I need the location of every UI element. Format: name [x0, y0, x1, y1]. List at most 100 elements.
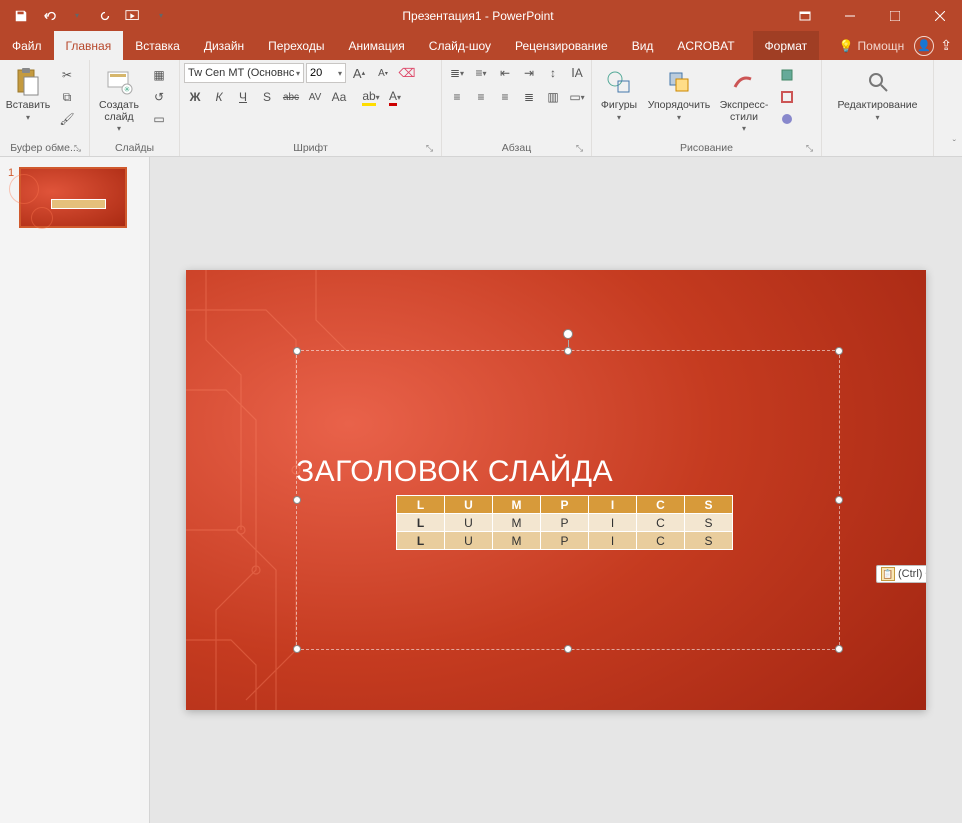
slide-thumbnail-1[interactable]: 1: [8, 167, 141, 228]
slide-canvas[interactable]: ЗАГОЛОВОК СЛАЙДА L U M P I: [186, 270, 926, 710]
increase-indent-button[interactable]: ⇥: [518, 63, 540, 83]
resize-handle-nw[interactable]: [293, 347, 301, 355]
resize-handle-n[interactable]: [564, 347, 572, 355]
brush-icon: 🖌: [59, 112, 74, 126]
resize-handle-w[interactable]: [293, 496, 301, 504]
paste-options-tag[interactable]: 📋 (Ctrl) ▾: [876, 565, 926, 583]
text-direction-button[interactable]: ⅠA: [566, 63, 588, 83]
font-name-combo[interactable]: Tw Cen MT (Основнс▾: [184, 63, 304, 83]
reset-icon: ↺: [154, 90, 164, 104]
quick-styles-button[interactable]: Экспресс-стили▾: [716, 63, 772, 134]
rotate-handle[interactable]: [563, 329, 573, 339]
sign-in-icon[interactable]: 👤: [914, 36, 934, 56]
tell-me[interactable]: 💡 Помощн: [829, 31, 915, 60]
minimize-button[interactable]: [827, 0, 872, 31]
table-header-row: L U M P I C S: [397, 496, 733, 514]
tab-animation[interactable]: Анимация: [336, 31, 416, 60]
tab-home[interactable]: Главная: [54, 31, 124, 60]
font-color-button[interactable]: A▾: [384, 87, 406, 107]
save-button[interactable]: [8, 3, 34, 29]
pasted-table[interactable]: L U M P I C S L U M P I C S: [396, 495, 733, 550]
shape-effects-button[interactable]: [776, 109, 798, 129]
line-spacing-button[interactable]: ↕: [542, 63, 564, 83]
layout-button[interactable]: ▦: [148, 65, 170, 85]
resize-handle-sw[interactable]: [293, 645, 301, 653]
group-drawing-label: Рисование: [680, 142, 733, 154]
section-button[interactable]: ▭: [148, 109, 170, 129]
highlight-button[interactable]: ab▾: [360, 87, 382, 107]
tab-format[interactable]: Формат: [753, 31, 820, 60]
align-right-button[interactable]: ≡: [494, 87, 516, 107]
change-case-button[interactable]: Aa: [328, 87, 350, 107]
reset-button[interactable]: ↺: [148, 87, 170, 107]
share-icon[interactable]: ⇪: [940, 37, 952, 54]
tab-slideshow[interactable]: Слайд-шоу: [417, 31, 503, 60]
lightbulb-icon: 💡: [839, 39, 854, 53]
tab-insert[interactable]: Вставка: [123, 31, 192, 60]
underline-button[interactable]: Ч: [232, 87, 254, 107]
tab-design[interactable]: Дизайн: [192, 31, 256, 60]
tab-file[interactable]: Файл: [0, 31, 54, 60]
drawing-dialog-launcher[interactable]: ⤡: [804, 143, 815, 154]
undo-dropdown[interactable]: ▾: [64, 3, 90, 29]
collapse-ribbon-button[interactable]: ˇ: [953, 139, 956, 150]
qat-customize-dropdown[interactable]: ▾: [148, 3, 174, 29]
clipboard-dialog-launcher[interactable]: ⤡: [72, 143, 83, 154]
maximize-button[interactable]: [872, 0, 917, 31]
align-center-button[interactable]: ≡: [470, 87, 492, 107]
char-spacing-button[interactable]: AV: [304, 87, 326, 107]
align-left-button[interactable]: ≡: [446, 87, 468, 107]
group-drawing: Фигуры▾ Упорядочить▾ Экспресс-стили▾ Рис…: [592, 60, 822, 156]
cut-button[interactable]: ✂: [56, 65, 78, 85]
layout-icon: ▦: [153, 68, 164, 82]
tab-transitions[interactable]: Переходы: [256, 31, 336, 60]
shape-outline-button[interactable]: [776, 87, 798, 107]
resize-handle-ne[interactable]: [835, 347, 843, 355]
editing-button[interactable]: Редактирование▾: [833, 63, 923, 122]
shrink-font-button[interactable]: A▾: [372, 63, 394, 83]
ribbon-display-button[interactable]: [782, 0, 827, 31]
start-from-beginning-button[interactable]: [120, 3, 146, 29]
decrease-indent-button[interactable]: ⇤: [494, 63, 516, 83]
columns-button[interactable]: ▥: [542, 87, 564, 107]
font-size-combo[interactable]: 20▾: [306, 63, 346, 83]
tab-view[interactable]: Вид: [620, 31, 666, 60]
resize-handle-se[interactable]: [835, 645, 843, 653]
paragraph-dialog-launcher[interactable]: ⤡: [574, 143, 585, 154]
bold-button[interactable]: Ж: [184, 87, 206, 107]
close-button[interactable]: [917, 0, 962, 31]
new-slide-button[interactable]: ✳ Создать слайд ▾: [94, 63, 144, 134]
resize-handle-s[interactable]: [564, 645, 572, 653]
arrange-button[interactable]: Упорядочить▾: [646, 63, 712, 122]
format-painter-button[interactable]: 🖌: [56, 109, 78, 129]
slide-thumbnail-pane[interactable]: 1: [0, 157, 150, 823]
clear-format-button[interactable]: ⌫: [396, 63, 418, 83]
shapes-button[interactable]: Фигуры▾: [596, 63, 642, 122]
smartart-button[interactable]: ▭▾: [566, 87, 588, 107]
bullets-button[interactable]: ≣▾: [446, 63, 468, 83]
group-editing: Редактирование▾: [822, 60, 934, 156]
ribbon-tabs: Файл Главная Вставка Дизайн Переходы Ани…: [0, 31, 962, 60]
paste-button[interactable]: Вставить ▾: [4, 63, 52, 122]
group-clipboard-label: Буфер обме...: [10, 142, 78, 154]
redo-button[interactable]: [92, 3, 118, 29]
justify-button[interactable]: ≣: [518, 87, 540, 107]
strikethrough-button[interactable]: abc: [280, 87, 302, 107]
tab-review[interactable]: Рецензирование: [503, 31, 620, 60]
italic-button[interactable]: К: [208, 87, 230, 107]
text-shadow-button[interactable]: S: [256, 87, 278, 107]
thumbnail-preview: [19, 167, 127, 228]
slide-stage[interactable]: ЗАГОЛОВОК СЛАЙДА L U M P I: [150, 157, 962, 823]
resize-handle-e[interactable]: [835, 496, 843, 504]
copy-button[interactable]: ⧉: [56, 87, 78, 107]
group-paragraph: ≣▾ ≡▾ ⇤ ⇥ ↕ ⅠA ≡ ≡ ≡ ≣ ▥ ▭▾ Абзац⤡: [442, 60, 592, 156]
undo-button[interactable]: [36, 3, 62, 29]
arrange-icon: [663, 66, 695, 98]
eraser-icon: ⌫: [399, 66, 416, 80]
group-font-label: Шрифт: [293, 142, 328, 154]
numbering-button[interactable]: ≡▾: [470, 63, 492, 83]
tab-acrobat[interactable]: ACROBAT: [665, 31, 746, 60]
shape-fill-button[interactable]: [776, 65, 798, 85]
grow-font-button[interactable]: A▴: [348, 63, 370, 83]
font-dialog-launcher[interactable]: ⤡: [424, 143, 435, 154]
